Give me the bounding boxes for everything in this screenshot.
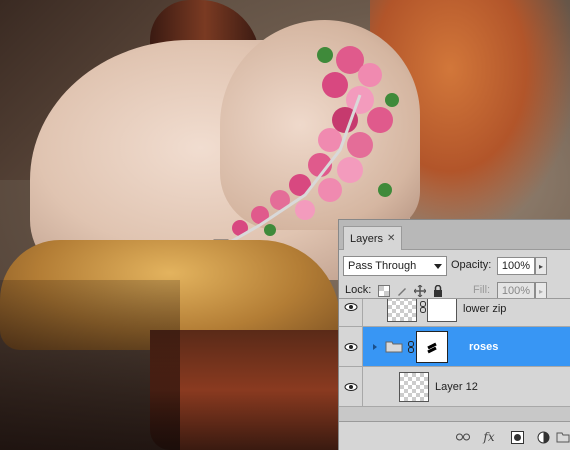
close-icon[interactable]: ✕: [387, 233, 395, 244]
layer-row[interactable]: roses: [339, 327, 570, 367]
link-icon[interactable]: [420, 301, 426, 316]
eye-icon[interactable]: [343, 299, 359, 315]
opacity-field[interactable]: 100%: [497, 257, 535, 275]
layers-list: lower zip roses Layer 12: [339, 298, 570, 421]
panel-tab-bar: Layers ✕: [339, 220, 570, 250]
lock-all-icon[interactable]: [431, 284, 445, 298]
layer-name[interactable]: Layer 12: [435, 381, 478, 393]
tab-layers[interactable]: Layers ✕: [343, 226, 403, 250]
link-layers-icon[interactable]: [455, 429, 471, 445]
tab-layers-label: Layers: [350, 232, 384, 245]
lock-position-icon[interactable]: [413, 284, 427, 298]
blend-mode-select[interactable]: Pass Through: [343, 256, 447, 276]
floor-shadow: [0, 280, 180, 450]
lock-label: Lock:: [345, 284, 372, 296]
lock-transparent-icon[interactable]: [377, 284, 391, 298]
blend-row: Pass Through Opacity: 100% ▸: [339, 255, 570, 277]
layer-thumbnail: [387, 299, 417, 322]
add-mask-icon[interactable]: [509, 429, 525, 445]
panel-bottom-bar: fx: [339, 421, 570, 450]
group-mask-thumbnail[interactable]: [417, 332, 447, 362]
opacity-label: Opacity:: [451, 259, 492, 271]
layer-row[interactable]: Layer 12: [339, 367, 570, 407]
chevron-right-icon[interactable]: [371, 342, 379, 354]
blend-mode-value: Pass Through: [348, 260, 417, 272]
layer-name[interactable]: lower zip: [463, 303, 506, 315]
opacity-slider-button[interactable]: ▸: [535, 257, 547, 275]
chevron-down-icon: [434, 264, 442, 269]
layer-row[interactable]: lower zip: [339, 299, 570, 327]
lock-pixels-icon[interactable]: [395, 284, 409, 298]
layer-thumbnail: [399, 372, 429, 402]
layer-name[interactable]: roses: [469, 341, 498, 353]
layer-mask-thumbnail[interactable]: [427, 299, 457, 322]
adjustment-layer-icon[interactable]: [535, 429, 551, 445]
layers-panel: Layers ✕ Pass Through Opacity: 100% ▸ Lo…: [338, 219, 570, 450]
fill-label: Fill:: [473, 284, 491, 296]
link-icon[interactable]: [408, 341, 414, 356]
eye-icon[interactable]: [343, 339, 359, 355]
fx-icon[interactable]: fx: [481, 429, 497, 445]
folder-icon: [385, 339, 403, 356]
new-group-icon[interactable]: [555, 429, 570, 445]
eye-icon[interactable]: [343, 379, 359, 395]
